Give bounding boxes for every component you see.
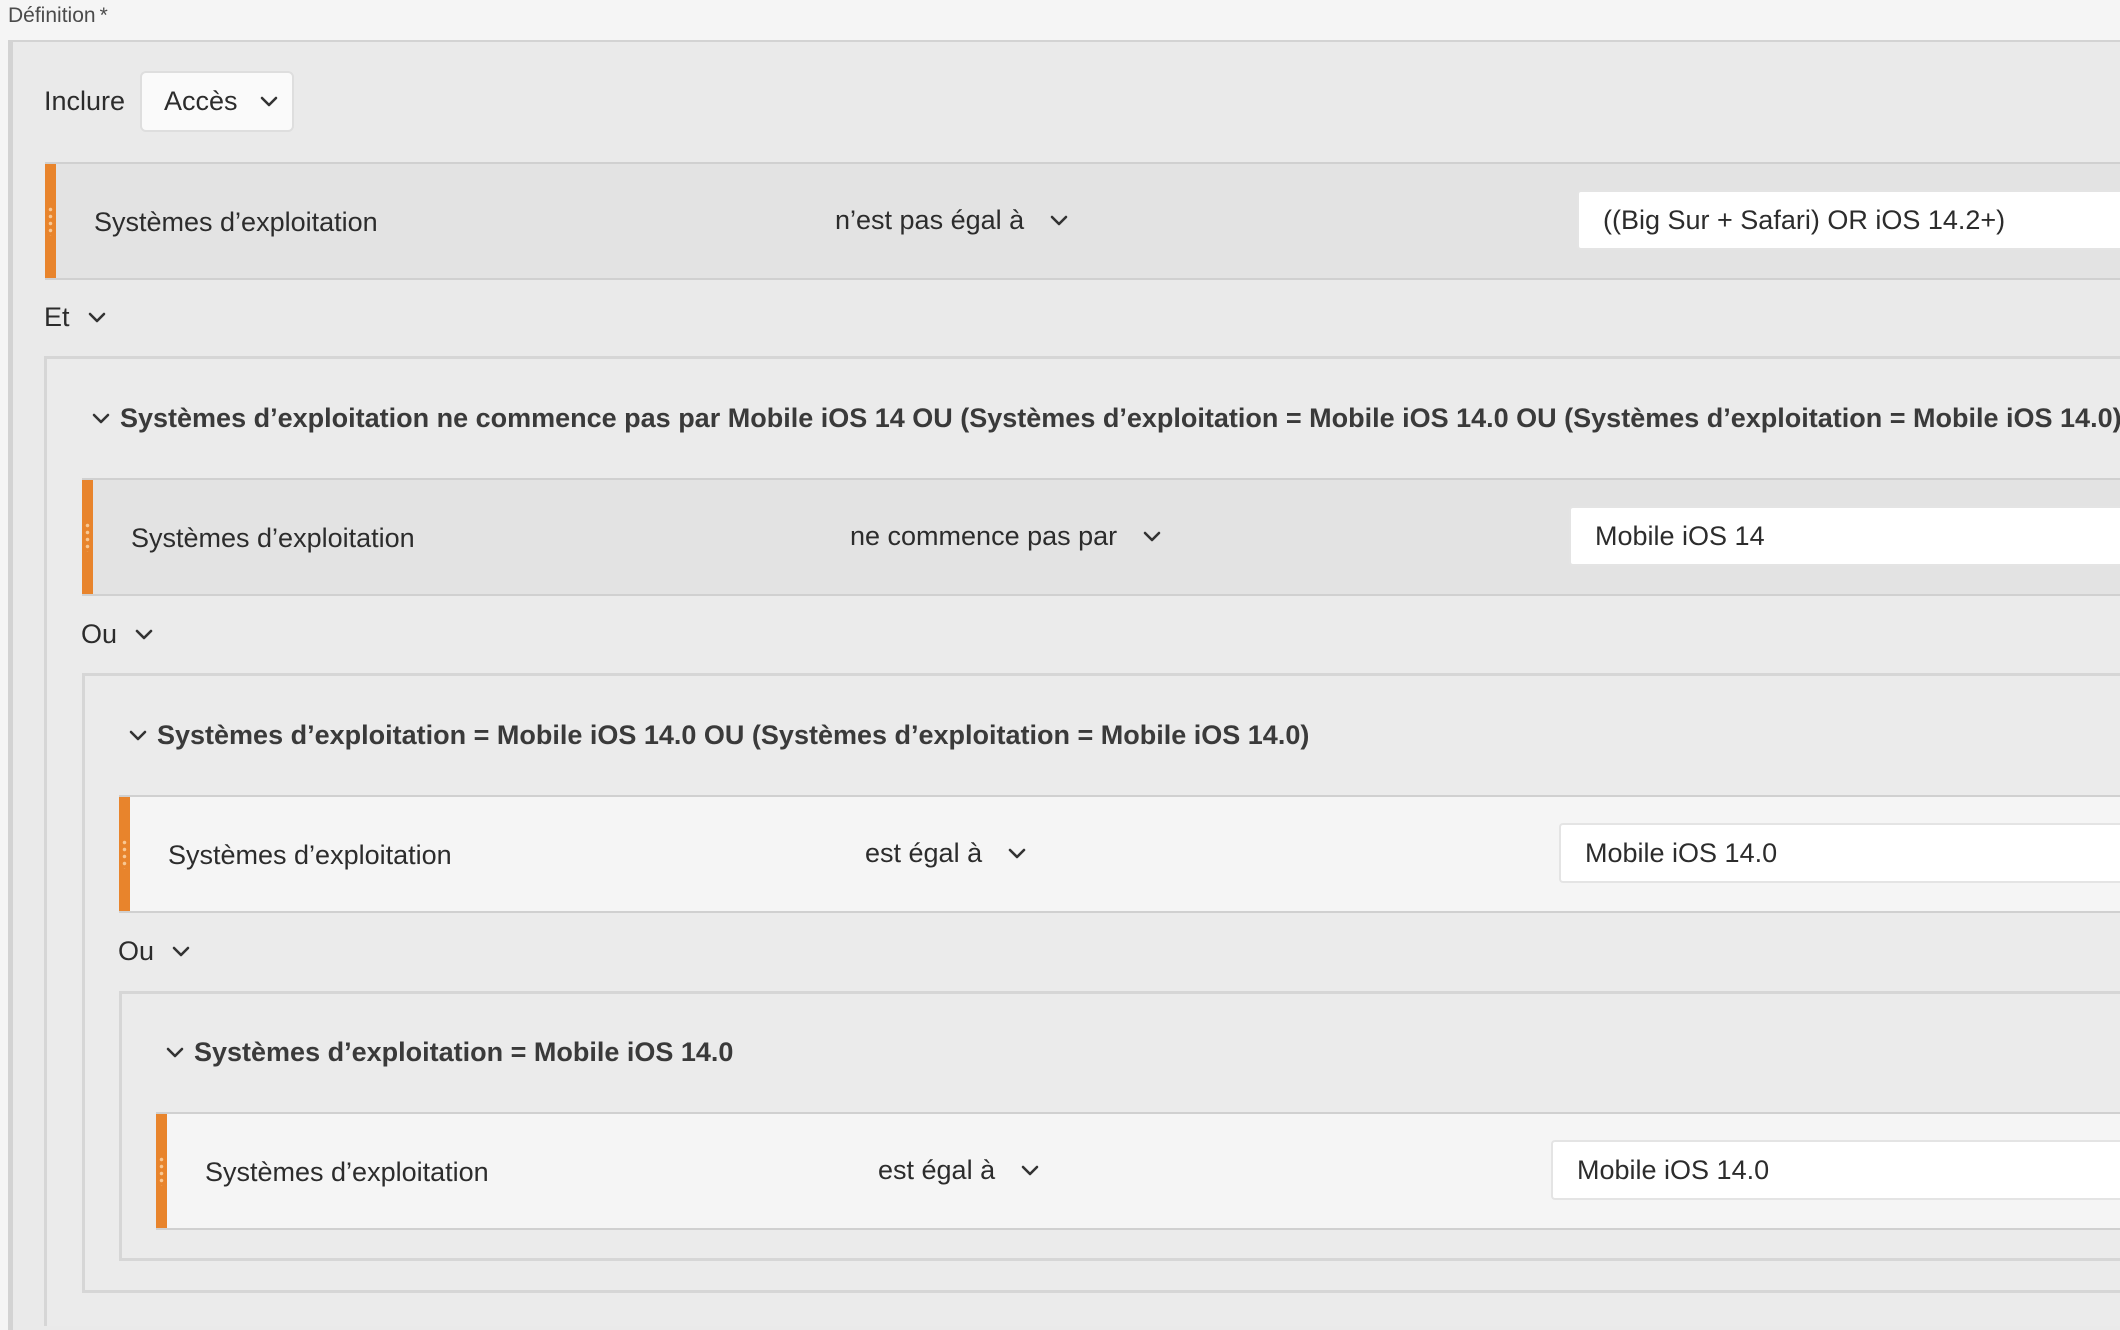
rule-dimension: Systèmes d’exploitation [205,1157,489,1187]
logic-operator-dropdown[interactable]: Ou [81,619,157,650]
operator-dropdown[interactable]: n’est pas égal à [835,205,1072,236]
chevron-down-icon [1017,1158,1043,1184]
rule-row: Systèmes d’exploitation n’est pas égal à… [45,162,2120,280]
operator-dropdown[interactable]: ne commence pas par [850,521,1165,552]
rule-accent-bar[interactable] [82,480,93,594]
drag-handle-icon[interactable] [48,206,53,236]
chevron-down-icon[interactable] [162,1040,188,1066]
operator-label: est égal à [878,1155,996,1185]
operator-dropdown[interactable]: est égal à [865,838,1030,869]
value-input[interactable]: Mobile iOS 14 [1569,506,2120,566]
rule-row: Systèmes d’exploitation ne commence pas … [82,478,2120,596]
group-title-text: Systèmes d’exploitation = Mobile iOS 14.… [157,720,1310,750]
rule-accent-bar[interactable] [45,164,56,278]
rule-dimension: Systèmes d’exploitation [131,523,415,553]
chevron-down-icon [1046,208,1072,234]
logic-operator-dropdown[interactable]: Et [44,302,110,333]
logic-operator-label: Et [44,302,70,332]
drag-handle-icon[interactable] [85,522,90,552]
chevron-down-icon [84,305,110,331]
chevron-down-icon [168,939,194,965]
operator-label: ne commence pas par [850,521,1118,551]
chevron-down-icon[interactable] [125,723,151,749]
logic-operator-label: Ou [118,936,155,966]
operator-label: est égal à [865,838,983,868]
rule-dimension: Systèmes d’exploitation [168,840,452,870]
rule-row: Systèmes d’exploitation est égal à Mobil… [119,795,2120,913]
group-title[interactable]: Systèmes d’exploitation ne commence pas … [88,403,2120,434]
scope-dropdown-label: Accès [164,86,238,116]
group-title[interactable]: Systèmes d’exploitation = Mobile iOS 14.… [125,720,1309,751]
value-input[interactable]: Mobile iOS 14.0 [1551,1140,2120,1200]
operator-label: n’est pas égal à [835,205,1025,235]
include-label: Inclure [44,86,126,116]
chevron-down-icon[interactable] [88,406,114,432]
chevron-down-icon [1139,524,1165,550]
scope-dropdown[interactable]: Accès [140,71,294,132]
value-input[interactable]: ((Big Sur + Safari) OR iOS 14.2+) [1577,190,2120,250]
logic-operator-dropdown[interactable]: Ou [118,936,194,967]
definition-label: Définition * [8,4,108,27]
rule-accent-bar[interactable] [156,1114,167,1228]
rule-row: Systèmes d’exploitation est égal à Mobil… [156,1112,2120,1230]
group-title-text: Systèmes d’exploitation = Mobile iOS 14.… [194,1037,734,1067]
group-title[interactable]: Systèmes d’exploitation = Mobile iOS 14.… [162,1037,733,1068]
rule-dimension: Systèmes d’exploitation [94,207,378,237]
drag-handle-icon[interactable] [122,839,127,869]
drag-handle-icon[interactable] [159,1156,164,1186]
chevron-down-icon [1004,841,1030,867]
chevron-down-icon [256,89,282,115]
logic-operator-label: Ou [81,619,118,649]
operator-dropdown[interactable]: est égal à [878,1155,1043,1186]
required-mark: * [99,4,108,27]
rule-accent-bar[interactable] [119,797,130,911]
value-input[interactable]: Mobile iOS 14.0 [1559,823,2120,883]
chevron-down-icon [131,622,157,648]
group-title-text: Systèmes d’exploitation ne commence pas … [120,403,2120,433]
